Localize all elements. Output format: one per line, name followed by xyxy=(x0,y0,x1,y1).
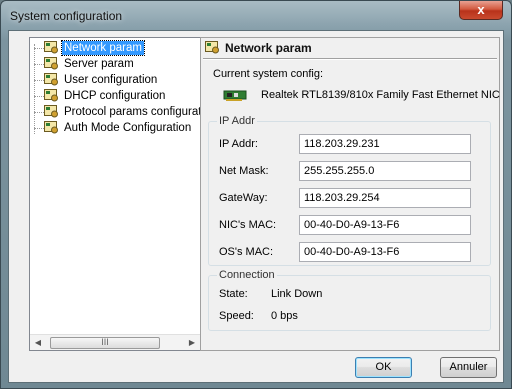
close-button[interactable]: x xyxy=(459,1,503,20)
tree-item-label: Auth Mode Configuration xyxy=(64,122,192,134)
scrollbar-thumb[interactable]: III xyxy=(50,337,160,349)
config-icon xyxy=(44,57,58,70)
config-icon xyxy=(44,73,58,86)
dialog-client-area: Network param Server param User configur… xyxy=(8,30,504,383)
config-icon xyxy=(44,105,58,118)
gateway-field[interactable]: 118.203.29.254 xyxy=(299,188,471,208)
network-param-panel: Network param Current system config: Rea… xyxy=(200,37,500,351)
state-label: State: xyxy=(219,288,248,300)
panel-title: Network param xyxy=(225,41,312,55)
tree-items: Network param Server param User configur… xyxy=(30,38,200,334)
net-mask-field[interactable]: 255.255.255.0 xyxy=(299,161,471,181)
current-config-label: Current system config: xyxy=(213,68,324,80)
speed-value: 0 bps xyxy=(271,310,298,322)
tree-item-label: User configuration xyxy=(64,74,158,86)
gateway-label: GateWay: xyxy=(219,192,268,204)
tree-item-label: Server param xyxy=(64,58,134,70)
nic-mac-field[interactable]: 00-40-D0-A9-13-F6 xyxy=(299,215,471,235)
tree-item-user-configuration[interactable]: User configuration xyxy=(34,72,200,88)
scroll-left-arrow-icon[interactable]: ◀ xyxy=(30,335,46,351)
tree-item-server-param[interactable]: Server param xyxy=(34,56,200,72)
speed-label: Speed: xyxy=(219,310,254,322)
ok-button[interactable]: OK xyxy=(355,357,412,378)
config-icon xyxy=(44,41,58,54)
network-card-icon xyxy=(223,90,247,101)
config-icon xyxy=(205,41,219,54)
cancel-button[interactable]: Annuler xyxy=(440,357,497,378)
scroll-right-arrow-icon[interactable]: ▶ xyxy=(184,335,200,351)
tree-item-auth-mode[interactable]: Auth Mode Configuration xyxy=(34,120,200,136)
tree-item-network-param[interactable]: Network param xyxy=(34,40,200,56)
ip-addr-label: IP Addr: xyxy=(219,138,258,150)
state-value: Link Down xyxy=(271,288,323,300)
group-title: IP Addr xyxy=(217,115,257,127)
window-title: System configuration xyxy=(10,9,123,23)
config-icon xyxy=(44,121,58,134)
group-title: Connection xyxy=(217,269,277,281)
tree-horizontal-scrollbar[interactable]: ◀ III ▶ xyxy=(30,334,200,350)
os-mac-field[interactable]: 00-40-D0-A9-13-F6 xyxy=(299,242,471,262)
nic-name: Realtek RTL8139/810x Family Fast Etherne… xyxy=(261,89,500,101)
system-configuration-window: System configuration x Network param Ser… xyxy=(0,0,512,389)
divider xyxy=(203,58,497,60)
tree-item-label: Protocol params configurati xyxy=(64,106,200,118)
nic-mac-label: NIC's MAC: xyxy=(219,219,277,231)
tree-item-label: DHCP configuration xyxy=(64,90,166,102)
tree-item-dhcp-configuration[interactable]: DHCP configuration xyxy=(34,88,200,104)
tree-item-label: Network param xyxy=(61,40,145,56)
net-mask-label: Net Mask: xyxy=(219,165,269,177)
ip-addr-field[interactable]: 118.203.29.231 xyxy=(299,134,471,154)
config-tree[interactable]: Network param Server param User configur… xyxy=(29,37,201,351)
config-icon xyxy=(44,89,58,102)
ip-addr-group: IP Addr IP Addr: 118.203.29.231 Net Mask… xyxy=(208,115,491,266)
tree-item-protocol-params[interactable]: Protocol params configurati xyxy=(34,104,200,120)
os-mac-label: OS's MAC: xyxy=(219,246,274,258)
title-bar[interactable]: System configuration x xyxy=(1,1,511,31)
connection-group: Connection State: Link Down Speed: 0 bps xyxy=(208,269,491,331)
